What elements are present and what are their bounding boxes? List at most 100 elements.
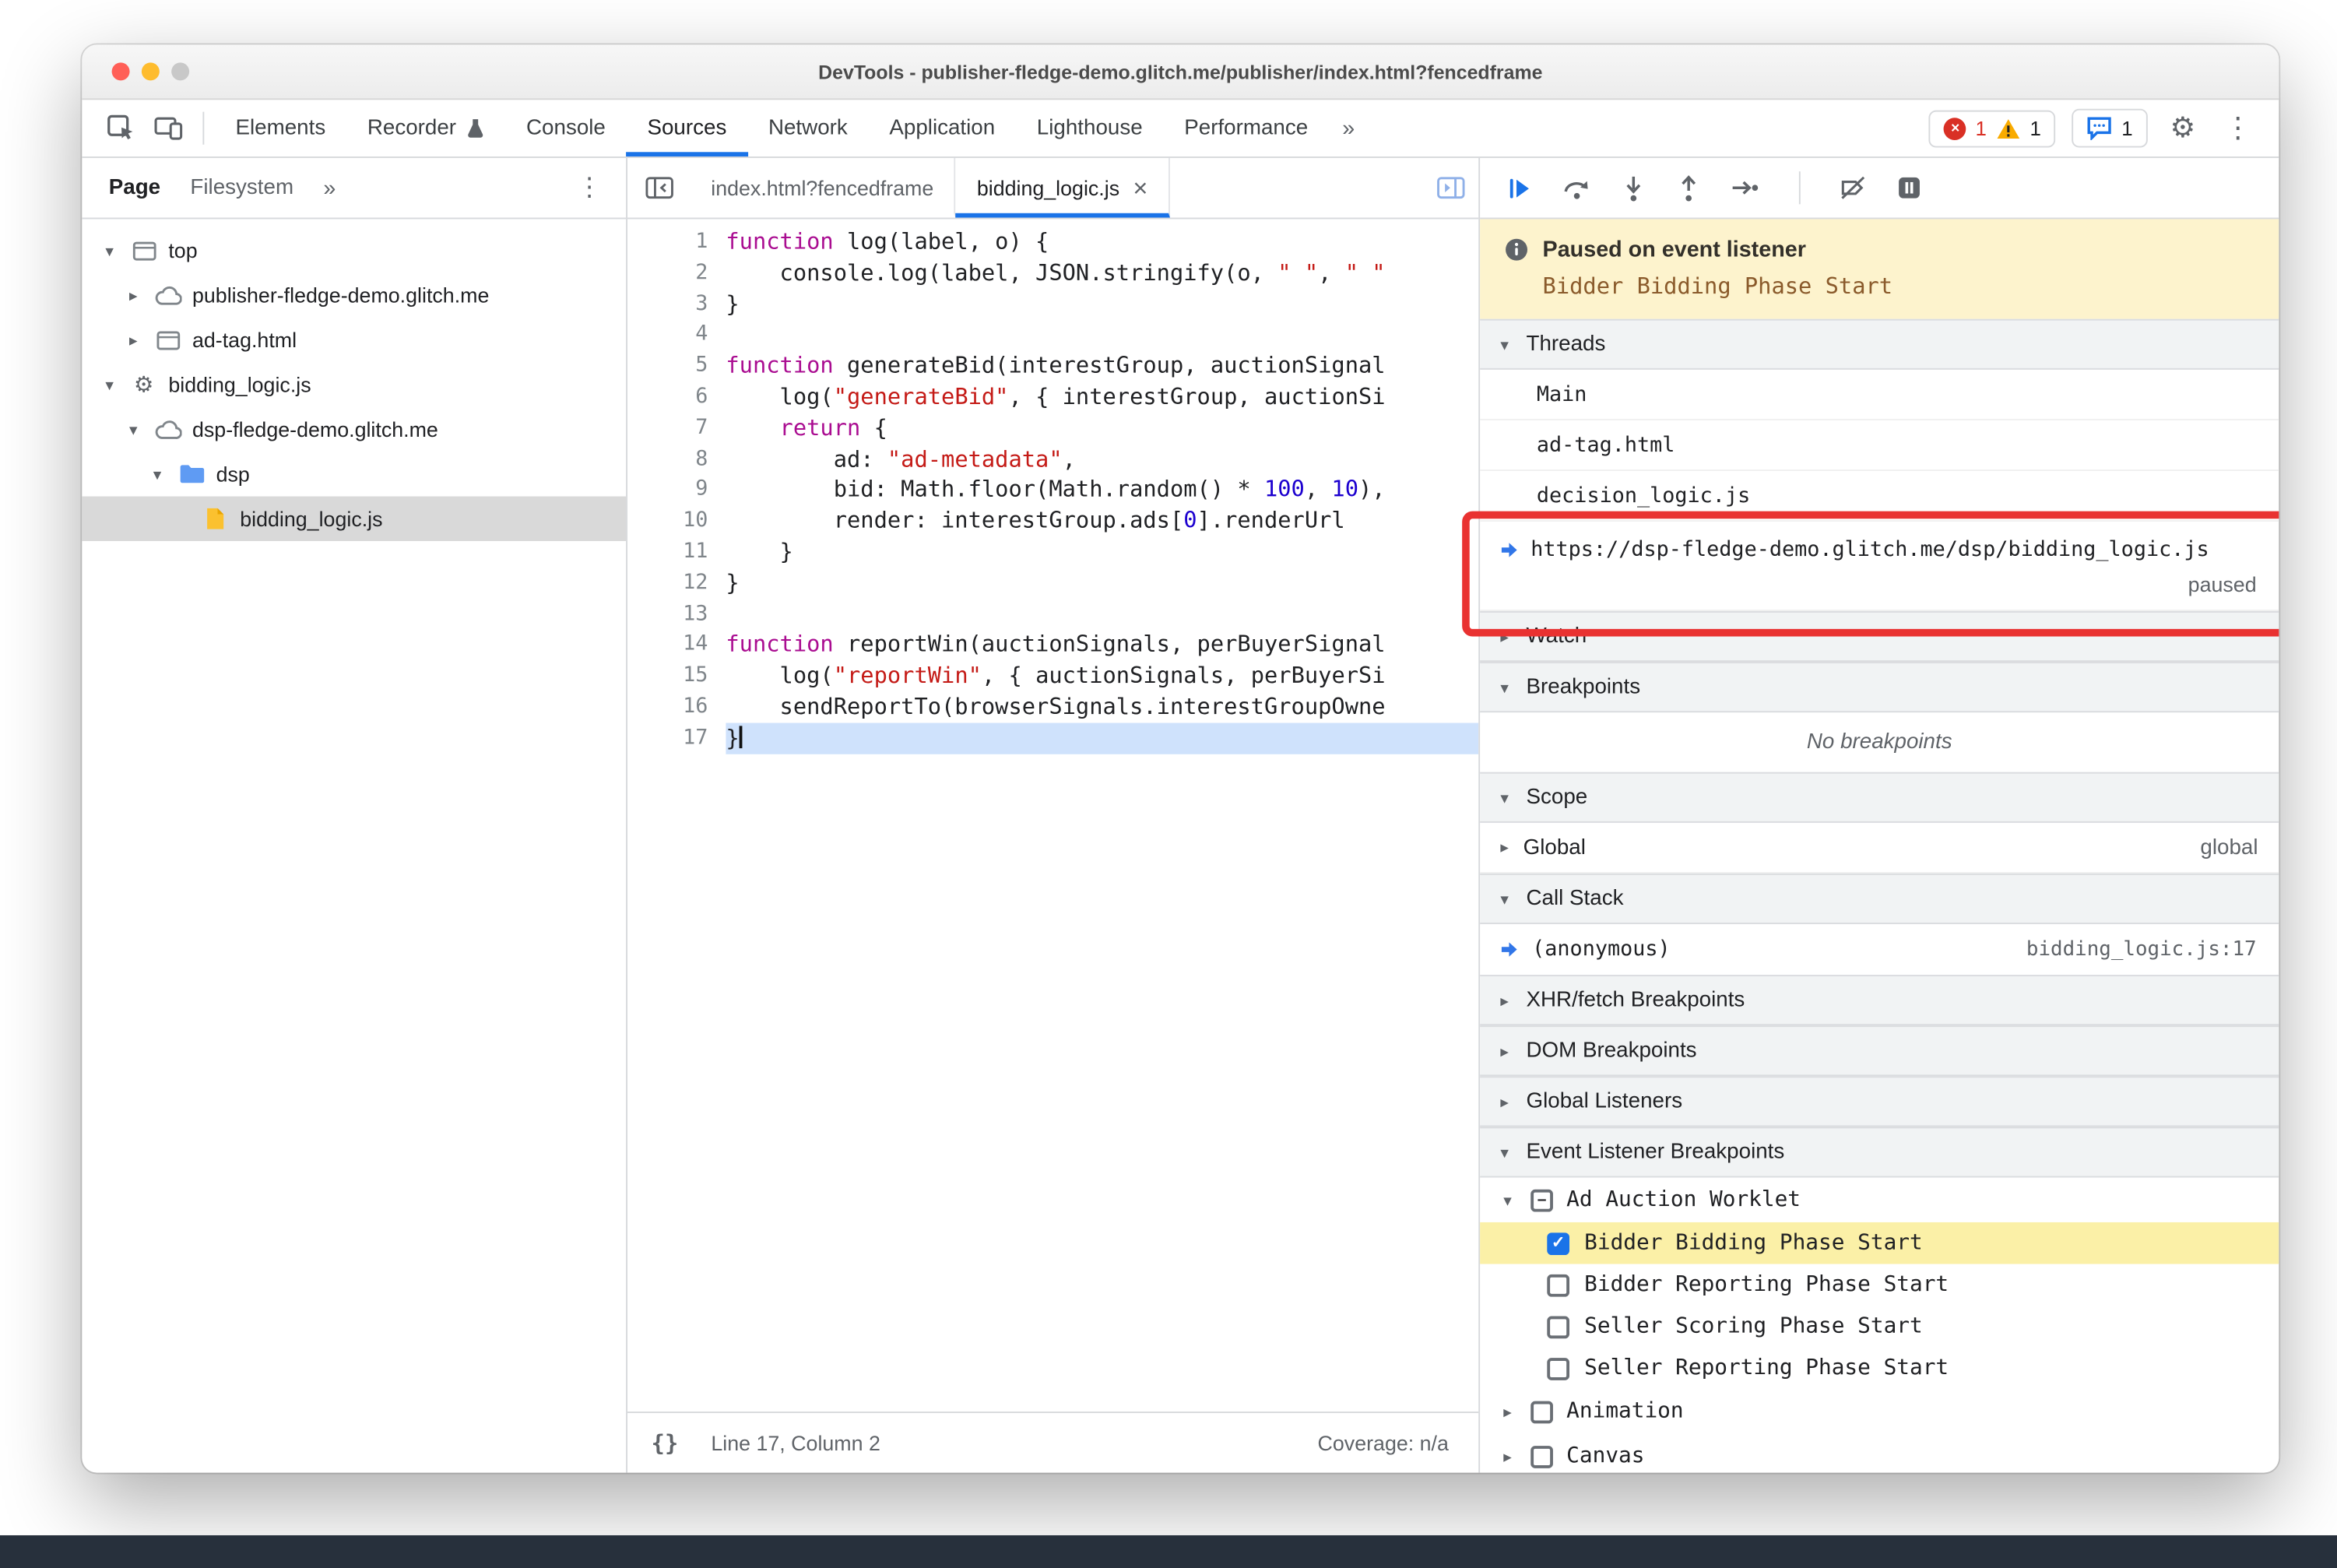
line-number[interactable]: 13 (627, 599, 726, 630)
line-number[interactable]: 7 (627, 413, 726, 444)
scope-row-global[interactable]: ▸ Global global (1480, 823, 2279, 874)
elb-group-animation[interactable]: ▸ Animation (1480, 1389, 2279, 1433)
editor-tab-index-html-fencedframe[interactable]: index.html?fencedframe (690, 157, 957, 218)
thread-item-main[interactable]: Main (1480, 370, 2279, 420)
close-button[interactable] (111, 62, 130, 81)
tree-item-dsp-fledge-demo-glitch-me[interactable]: ▾ dsp-fledge-demo.glitch.me (82, 407, 626, 452)
line-number[interactable]: 5 (627, 350, 726, 381)
checkbox-indeterminate-icon[interactable]: – (1530, 1188, 1553, 1211)
line-number[interactable]: 12 (627, 568, 726, 599)
section-header-global-listeners[interactable]: ▸ Global Listeners (1480, 1076, 2279, 1127)
thread-item-ad-tag-html[interactable]: ad-tag.html (1480, 420, 2279, 471)
section-header-scope[interactable]: ▾ Scope (1480, 772, 2279, 823)
deactivate-breakpoints-button[interactable] (1840, 174, 1868, 201)
step-button[interactable] (1731, 174, 1760, 201)
step-over-button[interactable] (1562, 174, 1591, 201)
line-number[interactable]: 10 (627, 505, 726, 536)
pause-on-exceptions-button[interactable] (1896, 174, 1922, 201)
line-number[interactable]: 17 (627, 722, 726, 754)
zoom-button[interactable] (171, 62, 190, 81)
triangle-right-icon[interactable]: ▸ (1498, 1447, 1517, 1466)
device-toolbar-icon[interactable] (145, 104, 192, 152)
line-number[interactable]: 8 (627, 444, 726, 475)
issues-badge[interactable]: 1 (2072, 108, 2148, 148)
debugger-toggle-icon[interactable] (1437, 158, 1479, 218)
section-header-event-listener-breakpoints[interactable]: ▾ Event Listener Breakpoints (1480, 1127, 2279, 1178)
triangle-down-icon[interactable]: ▾ (100, 241, 119, 260)
line-number[interactable]: 14 (627, 630, 726, 661)
more-panels-icon[interactable]: » (1329, 115, 1368, 141)
inspect-element-icon[interactable] (97, 104, 144, 152)
editor-tab-bidding-logic-js[interactable]: bidding_logic.js × (956, 157, 1171, 218)
kebab-menu-icon[interactable]: ⋮ (2218, 111, 2258, 146)
triangle-right-icon[interactable]: ▸ (124, 330, 143, 350)
navigator-toggle-icon[interactable] (627, 158, 690, 218)
line-number[interactable]: 9 (627, 475, 726, 506)
close-tab-icon[interactable]: × (1133, 175, 1147, 201)
more-navigator-tabs-icon[interactable]: » (323, 175, 336, 201)
errors-warnings-badge[interactable]: × 1 1 (1929, 109, 2056, 147)
section-header-call-stack[interactable]: ▾ Call Stack (1480, 873, 2279, 925)
elb-item-bidder-bidding-phase-start[interactable]: ✓ Bidder Bidding Phase Start (1480, 1222, 2279, 1264)
triangle-down-icon[interactable]: ▾ (124, 420, 143, 439)
elb-item-seller-scoring-phase-start[interactable]: Seller Scoring Phase Start (1480, 1306, 2279, 1348)
section-header-breakpoints[interactable]: ▾ Breakpoints (1480, 662, 2279, 713)
checkbox-unchecked-icon[interactable] (1530, 1400, 1553, 1423)
elb-item-seller-reporting-phase-start[interactable]: Seller Reporting Phase Start (1480, 1348, 2279, 1390)
triangle-right-icon[interactable]: ▸ (1495, 838, 1514, 857)
scope-label: Global (1523, 835, 1586, 860)
navigator-kebab-icon[interactable]: ⋮ (577, 173, 614, 202)
line-number[interactable]: 1 (627, 227, 726, 258)
thread-item-decision-logic-js[interactable]: decision_logic.js (1480, 471, 2279, 522)
section-header-dom-breakpoints[interactable]: ▸ DOM Breakpoints (1480, 1025, 2279, 1077)
checkbox-unchecked-icon[interactable] (1547, 1357, 1570, 1380)
line-number[interactable]: 16 (627, 691, 726, 722)
minimize-button[interactable] (141, 62, 160, 81)
tree-item-publisher-fledge-demo-glitch-me[interactable]: ▸ publisher-fledge-demo.glitch.me (82, 272, 626, 317)
line-number[interactable]: 3 (627, 289, 726, 320)
panel-tab-performance[interactable]: Performance (1163, 100, 1329, 156)
navigator-tab-filesystem[interactable]: Filesystem (190, 176, 293, 200)
panel-tab-sources[interactable]: Sources (626, 100, 748, 157)
line-number[interactable]: 11 (627, 536, 726, 568)
panel-tab-lighthouse[interactable]: Lighthouse (1016, 100, 1163, 156)
section-header-xhr-fetch-breakpoints[interactable]: ▸ XHR/fetch Breakpoints (1480, 975, 2279, 1026)
triangle-right-icon[interactable]: ▸ (1498, 1402, 1517, 1422)
section-header-watch[interactable]: ▸ Watch (1480, 610, 2279, 663)
checkbox-unchecked-icon[interactable] (1530, 1445, 1553, 1468)
tree-item-bidding-logic-js[interactable]: ▾ ⚙ bidding_logic.js (82, 362, 626, 406)
elb-item-bidder-reporting-phase-start[interactable]: Bidder Reporting Phase Start (1480, 1264, 2279, 1306)
triangle-down-icon[interactable]: ▾ (148, 464, 167, 483)
elb-group-ad-auction-worklet[interactable]: ▾ – Ad Auction Worklet (1480, 1177, 2279, 1222)
line-number[interactable]: 15 (627, 660, 726, 691)
code-editor[interactable]: 1 function log(label, o) {2 console.log(l… (627, 219, 1479, 1412)
panel-tab-network[interactable]: Network (747, 100, 868, 156)
step-out-button[interactable] (1675, 174, 1702, 202)
resume-button[interactable] (1506, 174, 1534, 202)
checkbox-unchecked-icon[interactable] (1547, 1315, 1570, 1338)
triangle-down-icon[interactable]: ▾ (1498, 1190, 1517, 1210)
panel-tab-application[interactable]: Application (869, 100, 1016, 156)
panel-tab-elements[interactable]: Elements (215, 100, 346, 156)
triangle-right-icon[interactable]: ▸ (124, 286, 143, 305)
triangle-down-icon[interactable]: ▾ (100, 375, 119, 394)
thread-item-paused[interactable]: https://dsp-fledge-demo.glitch.me/dsp/bi… (1480, 522, 2279, 611)
checkbox-checked-icon[interactable]: ✓ (1547, 1232, 1570, 1255)
tree-item-bidding-logic-js[interactable]: bidding_logic.js (82, 496, 627, 541)
pretty-print-icon[interactable]: {} (652, 1429, 679, 1456)
section-header-threads[interactable]: ▾ Threads (1480, 318, 2279, 370)
line-number[interactable]: 6 (627, 381, 726, 413)
navigator-tab-page[interactable]: Page (109, 176, 160, 200)
tree-item-ad-tag-html[interactable]: ▸ ad-tag.html (82, 318, 626, 362)
line-number[interactable]: 2 (627, 258, 726, 289)
line-number[interactable]: 4 (627, 319, 726, 350)
call-stack-frame[interactable]: (anonymous) bidding_logic.js:17 (1480, 924, 2279, 975)
tree-item-dsp[interactable]: ▾ dsp (82, 452, 626, 496)
settings-gear-icon[interactable]: ⚙ (2164, 111, 2202, 146)
elb-group-canvas[interactable]: ▸ Canvas (1480, 1434, 2279, 1473)
step-into-button[interactable] (1620, 174, 1646, 202)
checkbox-unchecked-icon[interactable] (1547, 1273, 1570, 1296)
panel-tab-recorder[interactable]: Recorder (346, 100, 505, 156)
tree-item-top[interactable]: ▾ top (82, 228, 626, 272)
panel-tab-console[interactable]: Console (505, 100, 626, 156)
